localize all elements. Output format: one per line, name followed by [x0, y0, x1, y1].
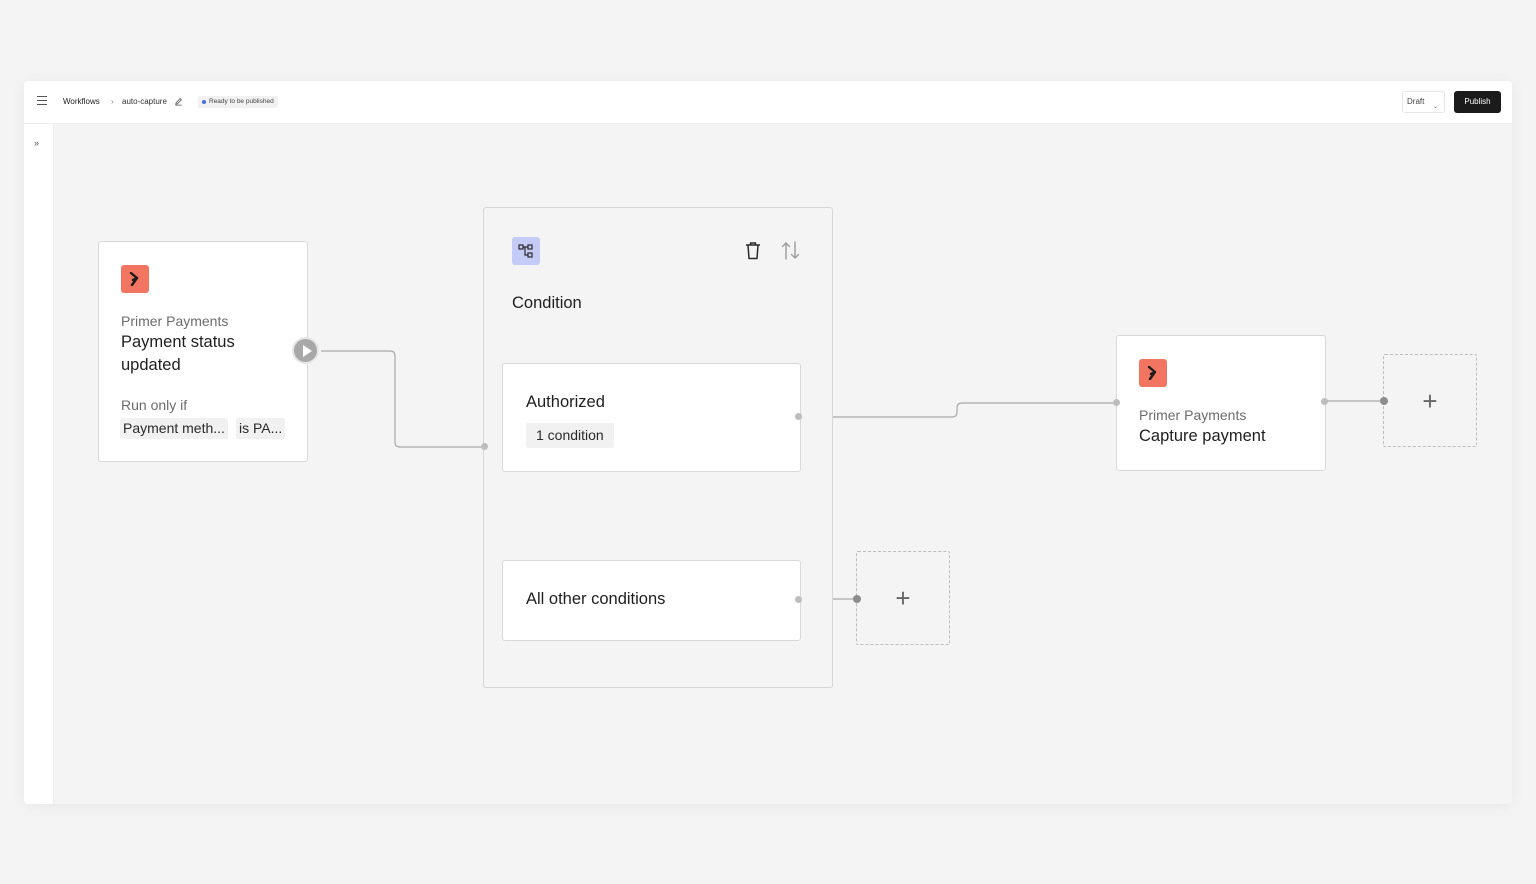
connector-dot[interactable]	[1380, 397, 1388, 405]
trigger-node[interactable]: Primer Payments Payment status updated R…	[98, 241, 308, 462]
breadcrumb-separator: ›	[111, 97, 114, 106]
hamburger-menu-icon[interactable]	[37, 96, 47, 108]
plus-icon: +	[1422, 385, 1438, 416]
status-badge: Ready to be published	[198, 96, 278, 108]
swap-vertical-icon[interactable]	[781, 241, 800, 260]
connector-dot[interactable]	[795, 596, 802, 603]
run-only-if-label: Run only if	[121, 397, 188, 413]
condition-group[interactable]: Condition Authorized 1 condition All oth…	[483, 207, 833, 688]
plus-icon: +	[895, 583, 911, 613]
branch-all-other[interactable]: All other conditions	[502, 560, 801, 641]
connector-dot[interactable]	[795, 413, 802, 420]
expand-sidebar-icon[interactable]: »	[34, 138, 39, 148]
chevron-down-icon: ⌄	[1432, 104, 1438, 110]
version-select[interactable]: Draft ⌄	[1402, 91, 1445, 113]
play-icon[interactable]	[292, 337, 319, 364]
add-step-after-capture[interactable]: +	[1383, 354, 1477, 447]
workflow-name: auto-capture	[122, 97, 167, 106]
primer-logo-icon	[121, 265, 149, 293]
trash-icon[interactable]	[745, 241, 761, 260]
connector-dot[interactable]	[481, 443, 488, 450]
branch-authorized-title: Authorized	[526, 393, 605, 411]
connector-dot[interactable]	[1113, 399, 1120, 406]
primer-logo-icon	[1139, 359, 1167, 387]
condition-field-pill: Payment meth...	[120, 418, 228, 439]
action-provider: Primer Payments	[1139, 407, 1247, 423]
add-step-other-branch[interactable]: +	[856, 551, 950, 645]
branch-all-other-title: All other conditions	[526, 590, 666, 608]
connector-dot[interactable]	[1321, 398, 1328, 405]
breadcrumb-workflows[interactable]: Workflows	[63, 96, 100, 108]
condition-title: Condition	[512, 294, 582, 312]
action-title: Capture payment	[1139, 427, 1266, 445]
edit-pencil-icon[interactable]	[174, 97, 183, 106]
top-bar: Workflows › auto-capture Ready to be pub…	[24, 81, 1512, 124]
trigger-title: Payment status updated	[121, 333, 235, 374]
publish-button[interactable]: Publish	[1454, 91, 1501, 113]
version-select-label: Draft	[1407, 97, 1425, 106]
condition-value-pill: is PA...	[236, 418, 286, 439]
trigger-provider: Primer Payments	[121, 313, 229, 329]
connector-dot[interactable]	[853, 595, 861, 603]
branch-icon	[512, 237, 540, 265]
left-sidebar: »	[24, 124, 54, 804]
action-node[interactable]: Primer Payments Capture payment	[1116, 335, 1326, 471]
branch-authorized[interactable]: Authorized 1 condition	[502, 363, 801, 472]
condition-count-badge: 1 condition	[526, 423, 614, 448]
